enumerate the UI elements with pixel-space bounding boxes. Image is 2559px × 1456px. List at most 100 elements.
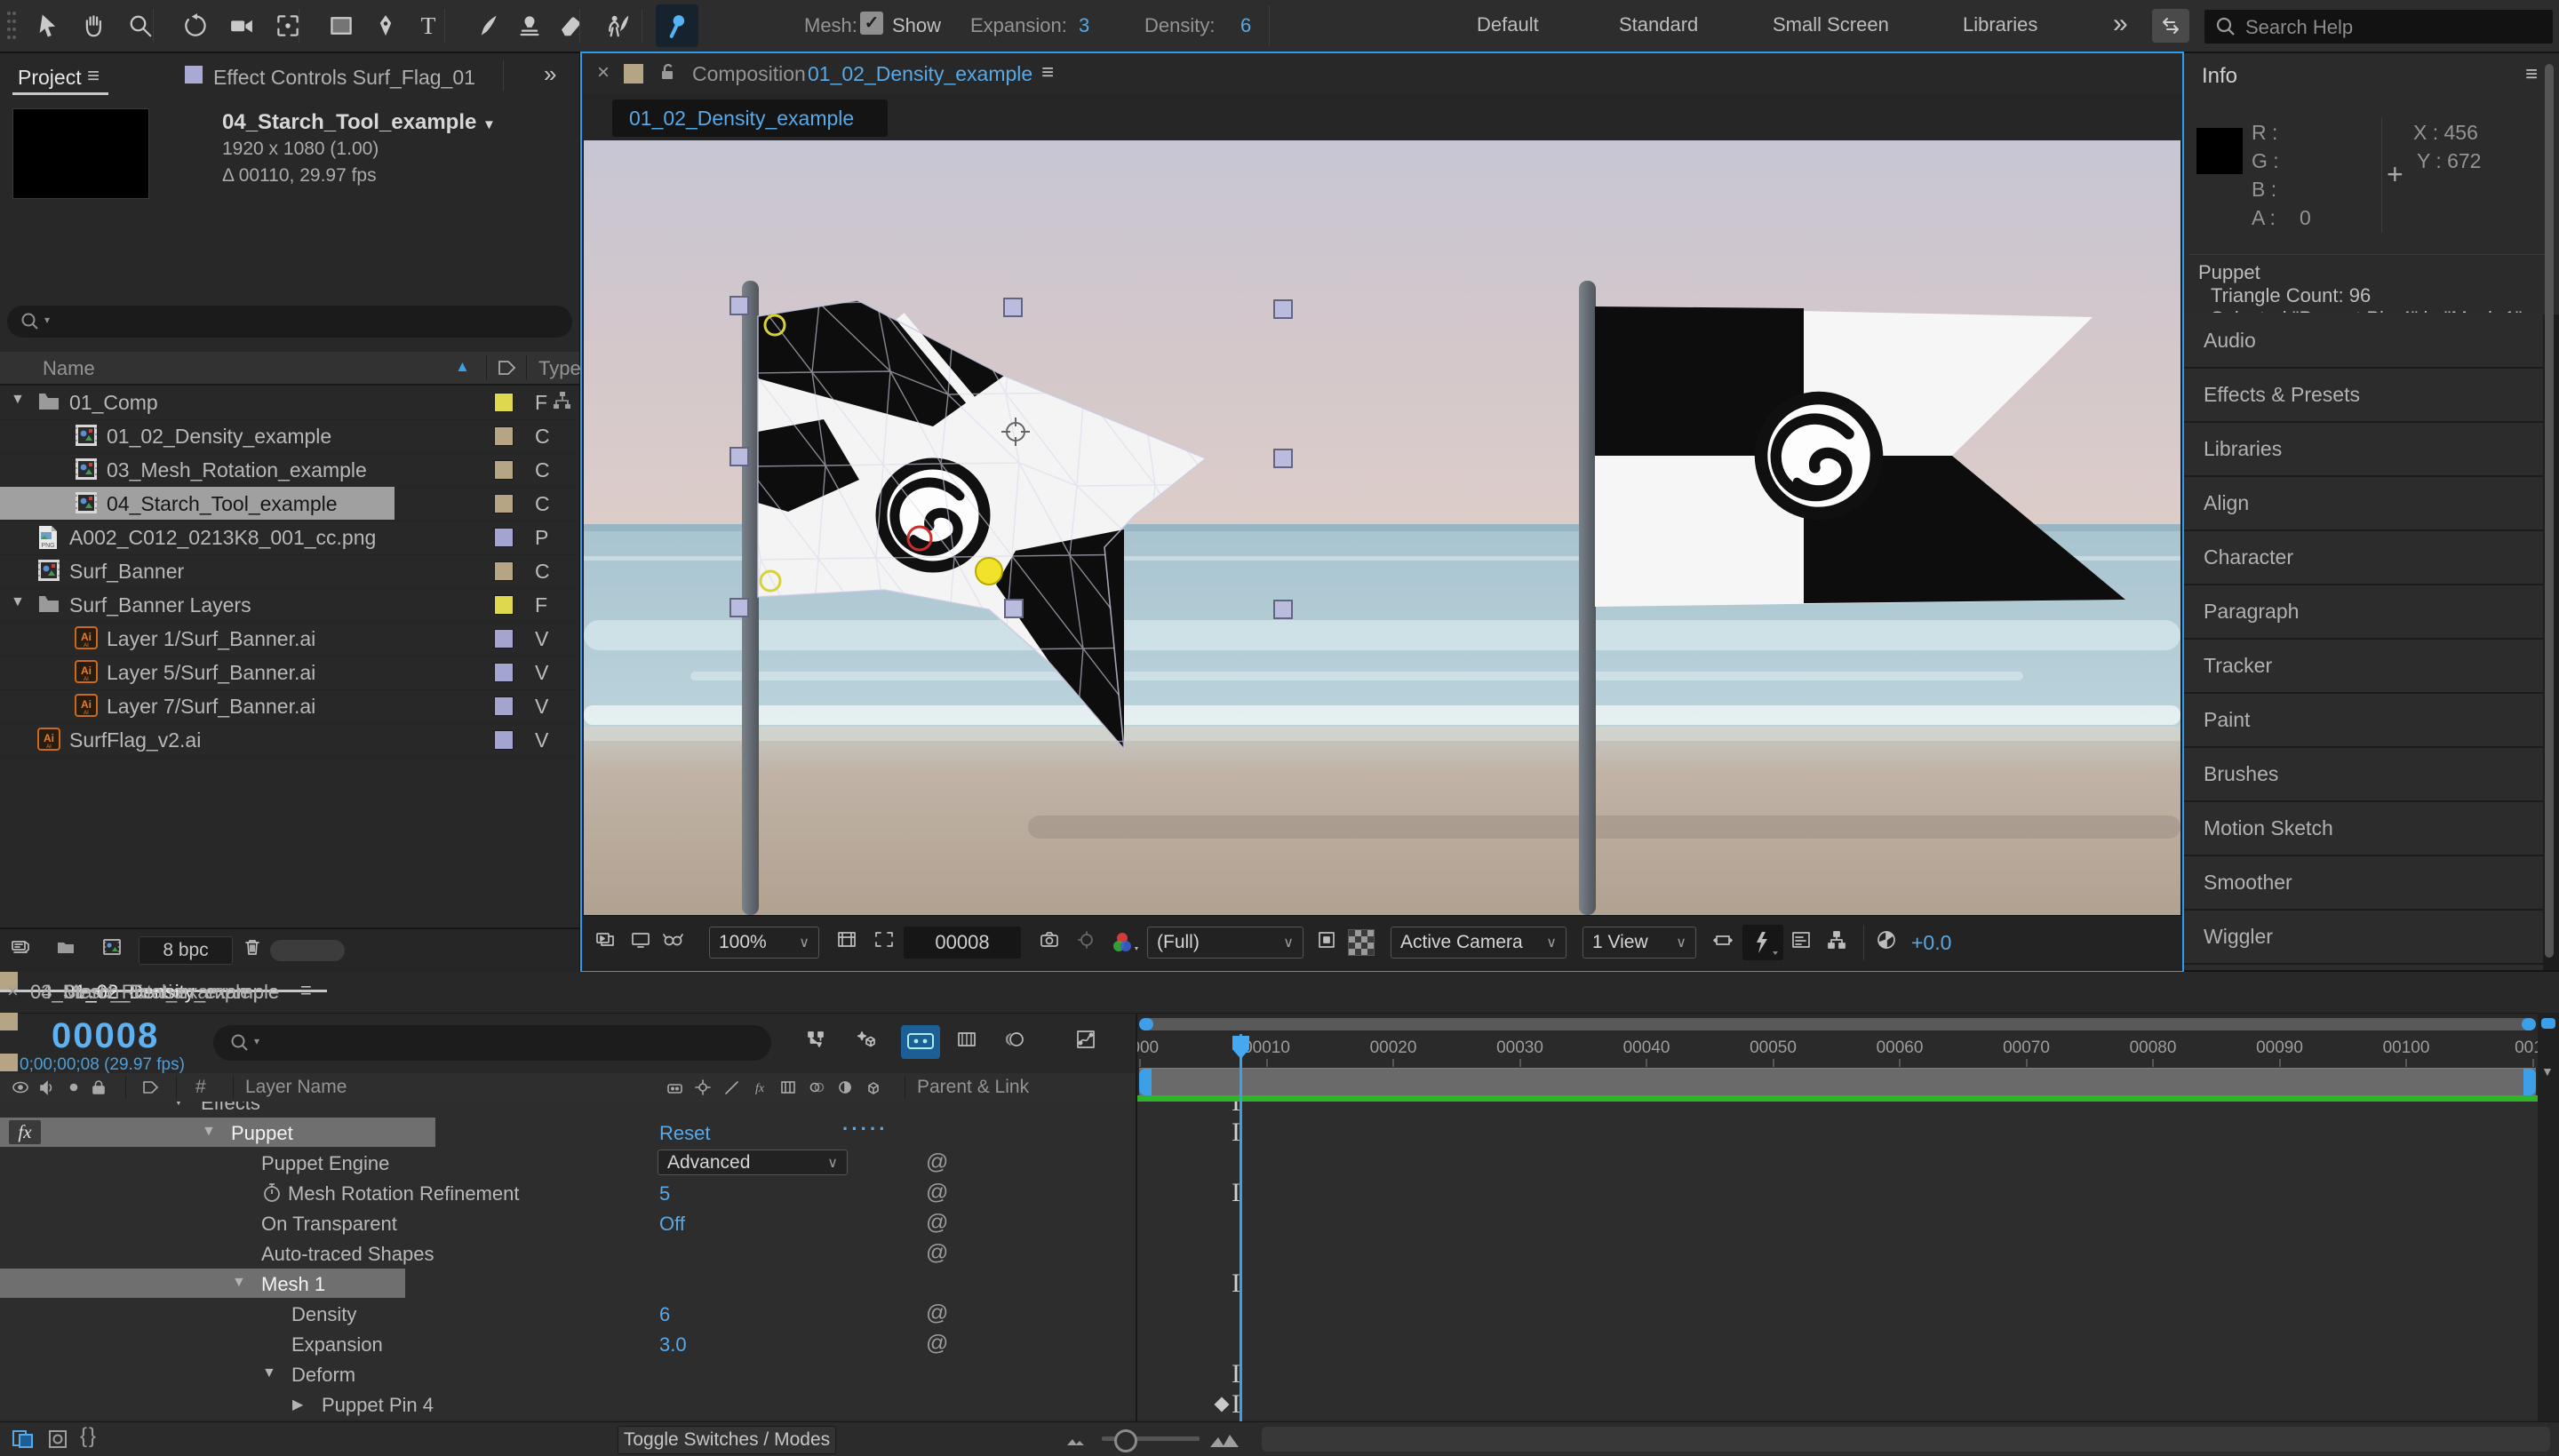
label-color-swatch[interactable]	[494, 561, 514, 581]
project-search-box[interactable]: ▾	[7, 306, 572, 338]
exposure-value[interactable]: +0.0	[1911, 931, 1951, 955]
rotate-tool[interactable]	[174, 4, 217, 47]
pick-whip-icon[interactable]: @	[926, 1331, 948, 1357]
trash-icon[interactable]	[242, 936, 268, 967]
project-scrollbar[interactable]	[270, 940, 345, 961]
fast-previews-icon[interactable]	[1742, 925, 1783, 960]
puppet-pin-4-label[interactable]: Puppet Pin 4	[322, 1394, 434, 1417]
bit-depth-button[interactable]: 8 bpc	[139, 936, 233, 965]
sidebar-item-character[interactable]: Character	[2184, 531, 2543, 584]
on-transparent-value[interactable]: Off	[659, 1213, 685, 1236]
deform-group-label[interactable]: Deform	[291, 1364, 355, 1387]
mesh-1-row[interactable]: ▼ Mesh 1	[0, 1269, 1136, 1300]
video-column-icon[interactable]	[11, 1078, 30, 1102]
new-folder-icon[interactable]	[55, 936, 82, 967]
sort-ascending-icon[interactable]: ▲	[455, 358, 470, 376]
motion-blur-switch-icon[interactable]	[807, 1078, 826, 1102]
project-item-row[interactable]: ▼Surf_Banner LayersF	[0, 588, 579, 623]
expansion-lane[interactable]	[1137, 1329, 2538, 1360]
project-item-row[interactable]: ▼01_CompF	[0, 386, 579, 420]
on-transparent-lane[interactable]	[1137, 1208, 2538, 1239]
label-color-swatch[interactable]	[494, 460, 514, 480]
info-title[interactable]: Info	[2202, 64, 2237, 89]
selection-handle[interactable]	[730, 599, 748, 617]
twirl-open-icon[interactable]: ▼	[171, 1102, 186, 1110]
twirl-closed-icon[interactable]: ▶	[292, 1396, 303, 1413]
selection-handle[interactable]	[730, 448, 748, 465]
workspace-small-screen[interactable]: Small Screen	[1773, 13, 1889, 36]
label-color-swatch[interactable]	[494, 663, 514, 682]
gutter-triangle-icon[interactable]: ▼	[2541, 1064, 2554, 1078]
auto-traced-shapes-label[interactable]: Auto-traced Shapes	[261, 1243, 434, 1266]
collapse-switch-icon[interactable]	[693, 1078, 713, 1102]
keyframe-diamond[interactable]	[1215, 1397, 1230, 1412]
puppet-effect-lane[interactable]: I	[1137, 1118, 2538, 1149]
work-area-bar[interactable]	[1139, 1068, 2536, 1096]
project-item-label[interactable]: Surf_Banner	[69, 560, 184, 584]
effects-group-lane[interactable]: I	[1137, 1102, 2538, 1118]
pick-whip-icon[interactable]: @	[926, 1210, 948, 1236]
work-area-end-handle[interactable]	[2523, 1069, 2536, 1095]
gutter-nav-nub[interactable]	[2541, 1018, 2555, 1029]
column-type[interactable]: Type	[538, 357, 581, 380]
close-icon[interactable]: ×	[597, 60, 610, 85]
mesh-1-label[interactable]: Mesh 1	[261, 1273, 325, 1296]
channels-icon[interactable]	[1112, 929, 1142, 960]
target-region-icon[interactable]	[1316, 929, 1343, 960]
density-value[interactable]: 6	[1240, 14, 1251, 37]
frame-blend-switch-icon[interactable]	[778, 1078, 798, 1102]
flowchart-icon[interactable]	[1826, 929, 1853, 960]
project-item-label[interactable]: Layer 5/Surf_Banner.ai	[107, 661, 315, 685]
label-color-swatch[interactable]	[494, 528, 514, 547]
expansion-row[interactable]: Expansion3.0@	[0, 1329, 1136, 1360]
label-color-swatch[interactable]	[494, 730, 514, 750]
project-item-row[interactable]: AiAILayer 1/Surf_Banner.aiV	[0, 622, 579, 656]
shy-switch-icon[interactable]	[665, 1078, 684, 1102]
reset-exposure-icon[interactable]	[1876, 929, 1902, 960]
auto-traced-shapes-row[interactable]: Auto-traced Shapes@	[0, 1238, 1136, 1269]
fx-badge[interactable]: fx	[9, 1120, 41, 1144]
timeline-tab-1[interactable]: ×01_02_Density_example≡	[0, 972, 2559, 1013]
workspace-libraries[interactable]: Libraries	[1963, 13, 2037, 36]
selection-handle[interactable]	[1274, 450, 1292, 467]
pen-tool[interactable]	[364, 4, 407, 47]
proxy-icon[interactable]	[662, 929, 689, 960]
sidebar-item-align[interactable]: Align	[2184, 477, 2543, 529]
mesh-rotation-refinement-lane[interactable]: I	[1137, 1178, 2538, 1209]
panel-overflow-icon[interactable]: »	[544, 60, 556, 88]
project-item-row[interactable]: Surf_BannerC	[0, 554, 579, 589]
footage-title[interactable]: 04_Starch_Tool_example ▼	[222, 110, 496, 135]
selection-handle[interactable]	[1005, 600, 1023, 617]
lock-column-icon[interactable]	[89, 1078, 108, 1102]
project-item-row[interactable]: AiAILayer 7/Surf_Banner.aiV	[0, 689, 579, 724]
navigator-start-handle[interactable]	[1139, 1018, 1153, 1030]
puppet-pin-tool[interactable]	[656, 4, 698, 47]
project-item-row[interactable]: AiAISurfFlag_v2.aiV	[0, 723, 579, 758]
auto-traced-shapes-lane[interactable]	[1137, 1238, 2538, 1269]
twirl-open-icon[interactable]: ▼	[232, 1275, 246, 1291]
pick-whip-icon[interactable]: @	[926, 1301, 948, 1326]
puppet-pin-selected[interactable]	[976, 558, 1002, 585]
label-column-icon[interactable]	[496, 357, 517, 378]
timeline-tab-label[interactable]: 04_Starch_Tool_example	[30, 981, 251, 1004]
layer-name-column[interactable]: Layer Name	[245, 1077, 347, 1098]
draft-3d-icon[interactable]	[855, 1029, 881, 1060]
puppet-engine-lane[interactable]	[1137, 1148, 2538, 1179]
sidebar-item-paragraph[interactable]: Paragraph	[2184, 585, 2543, 638]
close-icon[interactable]: ×	[7, 980, 19, 1003]
timeline-search-box[interactable]: ▾	[213, 1025, 771, 1061]
interpret-footage-icon[interactable]	[11, 936, 37, 967]
hand-tool[interactable]	[73, 4, 116, 47]
sidebar-item-audio[interactable]: Audio	[2184, 314, 2543, 367]
composition-viewport[interactable]	[584, 140, 2180, 915]
zoom-in-mountain-icon[interactable]	[1207, 1426, 1242, 1451]
puppet-engine-dropdown[interactable]: Advanced∨	[658, 1150, 848, 1175]
selection-tool[interactable]	[27, 4, 69, 47]
project-panel-menu-icon[interactable]: ≡	[87, 64, 100, 89]
sidebar-item-paint[interactable]: Paint	[2184, 694, 2543, 746]
twirl-open-icon[interactable]: ▼	[262, 1365, 276, 1381]
work-area-start-handle[interactable]	[1139, 1069, 1152, 1095]
stopwatch-icon[interactable]	[261, 1182, 283, 1208]
puppet-effect-value[interactable]: Reset	[659, 1122, 710, 1145]
project-item-label[interactable]: Layer 7/Surf_Banner.ai	[107, 695, 315, 719]
